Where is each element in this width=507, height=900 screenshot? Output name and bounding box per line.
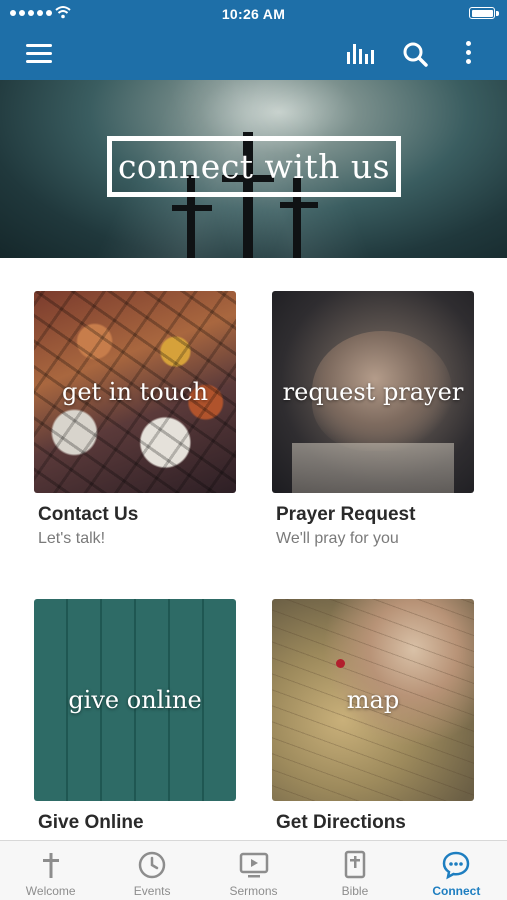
status-bar: 10:26 AM [0, 0, 507, 28]
card-image-puzzle[interactable]: get in touch [34, 291, 236, 493]
battery-icon [469, 7, 499, 19]
tab-label: Events [133, 884, 171, 898]
map-pin-icon [336, 659, 345, 668]
card-image-give[interactable]: give online [34, 599, 236, 801]
card-image-map[interactable]: map [272, 599, 474, 801]
tv-play-icon [239, 852, 268, 878]
bottom-tab-bar: Welcome Events Sermons Bible Connect [0, 840, 507, 900]
tab-welcome[interactable]: Welcome [0, 841, 101, 900]
tab-connect[interactable]: Connect [406, 841, 507, 900]
hero-banner: connect with us [0, 80, 507, 258]
menu-button[interactable] [24, 40, 54, 66]
bible-icon [344, 850, 366, 879]
tab-label: Bible [341, 884, 369, 898]
app-bar [0, 28, 507, 80]
card-prayer-request[interactable]: request prayer Prayer Request We'll pray… [272, 291, 474, 548]
bar-chart-icon[interactable] [345, 40, 375, 66]
tab-events[interactable]: Events [101, 841, 202, 900]
card-contact-us[interactable]: get in touch Contact Us Let's talk! [34, 291, 236, 548]
hero-title: connect with us [117, 147, 391, 186]
tab-label: Connect [432, 884, 481, 898]
tab-bible[interactable]: Bible [304, 841, 405, 900]
more-vertical-icon[interactable] [458, 38, 478, 68]
card-give-online[interactable]: give online Give Online [34, 599, 236, 838]
chat-bubble-icon [443, 851, 470, 880]
card-overlay-text: give online [68, 686, 202, 714]
card-title: Prayer Request [276, 504, 416, 525]
clock-icon [138, 851, 166, 879]
card-subtitle: We'll pray for you [276, 530, 399, 547]
cross-icon [42, 853, 59, 878]
card-title: Get Directions [276, 812, 406, 833]
card-get-directions[interactable]: map Get Directions [272, 599, 474, 838]
card-overlay-text: map [346, 686, 400, 714]
card-overlay-text: request prayer [282, 378, 464, 406]
search-icon[interactable] [401, 40, 429, 68]
status-time: 10:26 AM [221, 6, 286, 22]
card-image-prayer[interactable]: request prayer [272, 291, 474, 493]
card-title: Contact Us [38, 504, 139, 525]
card-overlay-text: get in touch [61, 378, 209, 406]
header: 10:26 AM [0, 0, 507, 80]
tab-label: Welcome [25, 884, 76, 898]
card-subtitle: Let's talk! [38, 530, 106, 547]
card-title: Give Online [38, 812, 144, 833]
tab-label: Sermons [229, 884, 278, 898]
hero-title-frame: connect with us [107, 136, 401, 197]
tab-sermons[interactable]: Sermons [203, 841, 304, 900]
